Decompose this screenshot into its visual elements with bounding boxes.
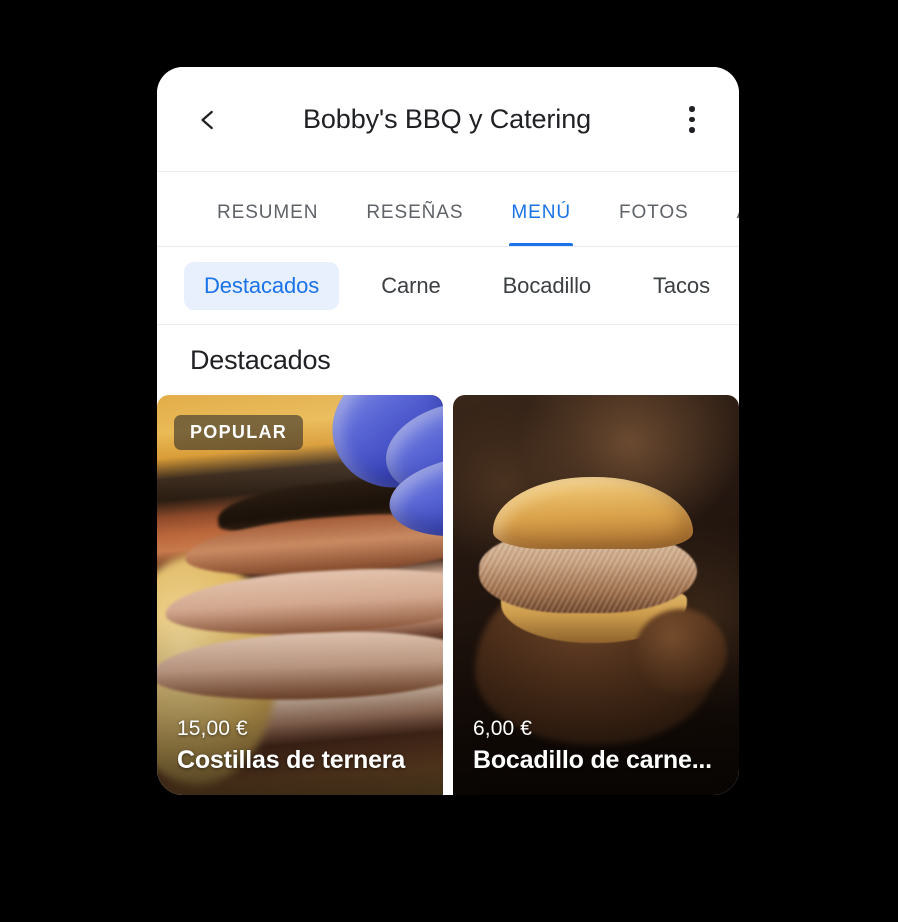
screen-backdrop: Bobby's BBQ y Catering RESUMEN RESEÑAS M… — [0, 0, 898, 922]
category-chip-row[interactable]: Destacados Carne Bocadillo Tacos — [157, 247, 739, 325]
menu-item-text: 15,00 € Costillas de ternera — [177, 717, 429, 775]
overflow-menu-button[interactable] — [669, 97, 715, 143]
menu-item-name: Costillas de ternera — [177, 746, 406, 774]
chevron-left-icon — [195, 107, 221, 133]
chip-label: Carne — [381, 273, 441, 298]
tab-label: FOTOS — [618, 202, 689, 223]
menu-item-name: Bocadillo de carne... — [473, 746, 712, 774]
chip-label: Destacados — [204, 273, 320, 298]
overflow-menu-icon-dot — [689, 127, 695, 133]
place-details-card: Bobby's BBQ y Catering RESUMEN RESEÑAS M… — [157, 67, 739, 795]
popular-badge: POPULAR — [174, 415, 304, 450]
chip-bocadillo[interactable]: Bocadillo — [483, 262, 611, 310]
menu-item-grid: POPULAR 15,00 € Costillas de ternera 6,0… — [157, 395, 739, 795]
chip-tacos[interactable]: Tacos — [633, 262, 730, 310]
tab-bar: RESUMEN RESEÑAS MENÚ FOTOS ACER — [157, 172, 739, 247]
menu-item-price: 6,00 € — [473, 717, 532, 740]
tab-resumen[interactable]: RESUMEN — [193, 172, 342, 247]
tab-label: RESUMEN — [217, 202, 319, 223]
menu-item-card[interactable]: POPULAR 15,00 € Costillas de ternera — [157, 395, 443, 795]
photo-shape — [493, 477, 693, 549]
chip-carne[interactable]: Carne — [361, 262, 460, 310]
tab-label: MENÚ — [511, 202, 571, 223]
tab-resenas[interactable]: RESEÑAS — [342, 172, 487, 247]
menu-item-text: 6,00 € Bocadillo de carne... — [473, 717, 725, 775]
tab-label: ACER — [737, 202, 739, 224]
chip-label: Bocadillo — [502, 273, 591, 298]
chip-label: Tacos — [653, 273, 710, 298]
overflow-menu-icon-dot — [689, 116, 695, 123]
menu-item-card[interactable]: 6,00 € Bocadillo de carne... — [453, 395, 739, 795]
overflow-menu-icon-dot — [689, 106, 695, 112]
tab-fotos[interactable]: FOTOS — [595, 172, 713, 247]
menu-item-price: 15,00 € — [177, 717, 248, 740]
chip-destacados[interactable]: Destacados — [184, 262, 340, 310]
app-bar: Bobby's BBQ y Catering — [157, 67, 739, 172]
tab-label: RESEÑAS — [366, 202, 464, 223]
section-title: Destacados — [190, 344, 331, 375]
tab-menu[interactable]: MENÚ — [487, 172, 595, 247]
tab-acerca[interactable]: ACER — [713, 172, 739, 247]
section-header: Destacados — [157, 325, 739, 395]
page-title: Bobby's BBQ y Catering — [302, 104, 592, 134]
